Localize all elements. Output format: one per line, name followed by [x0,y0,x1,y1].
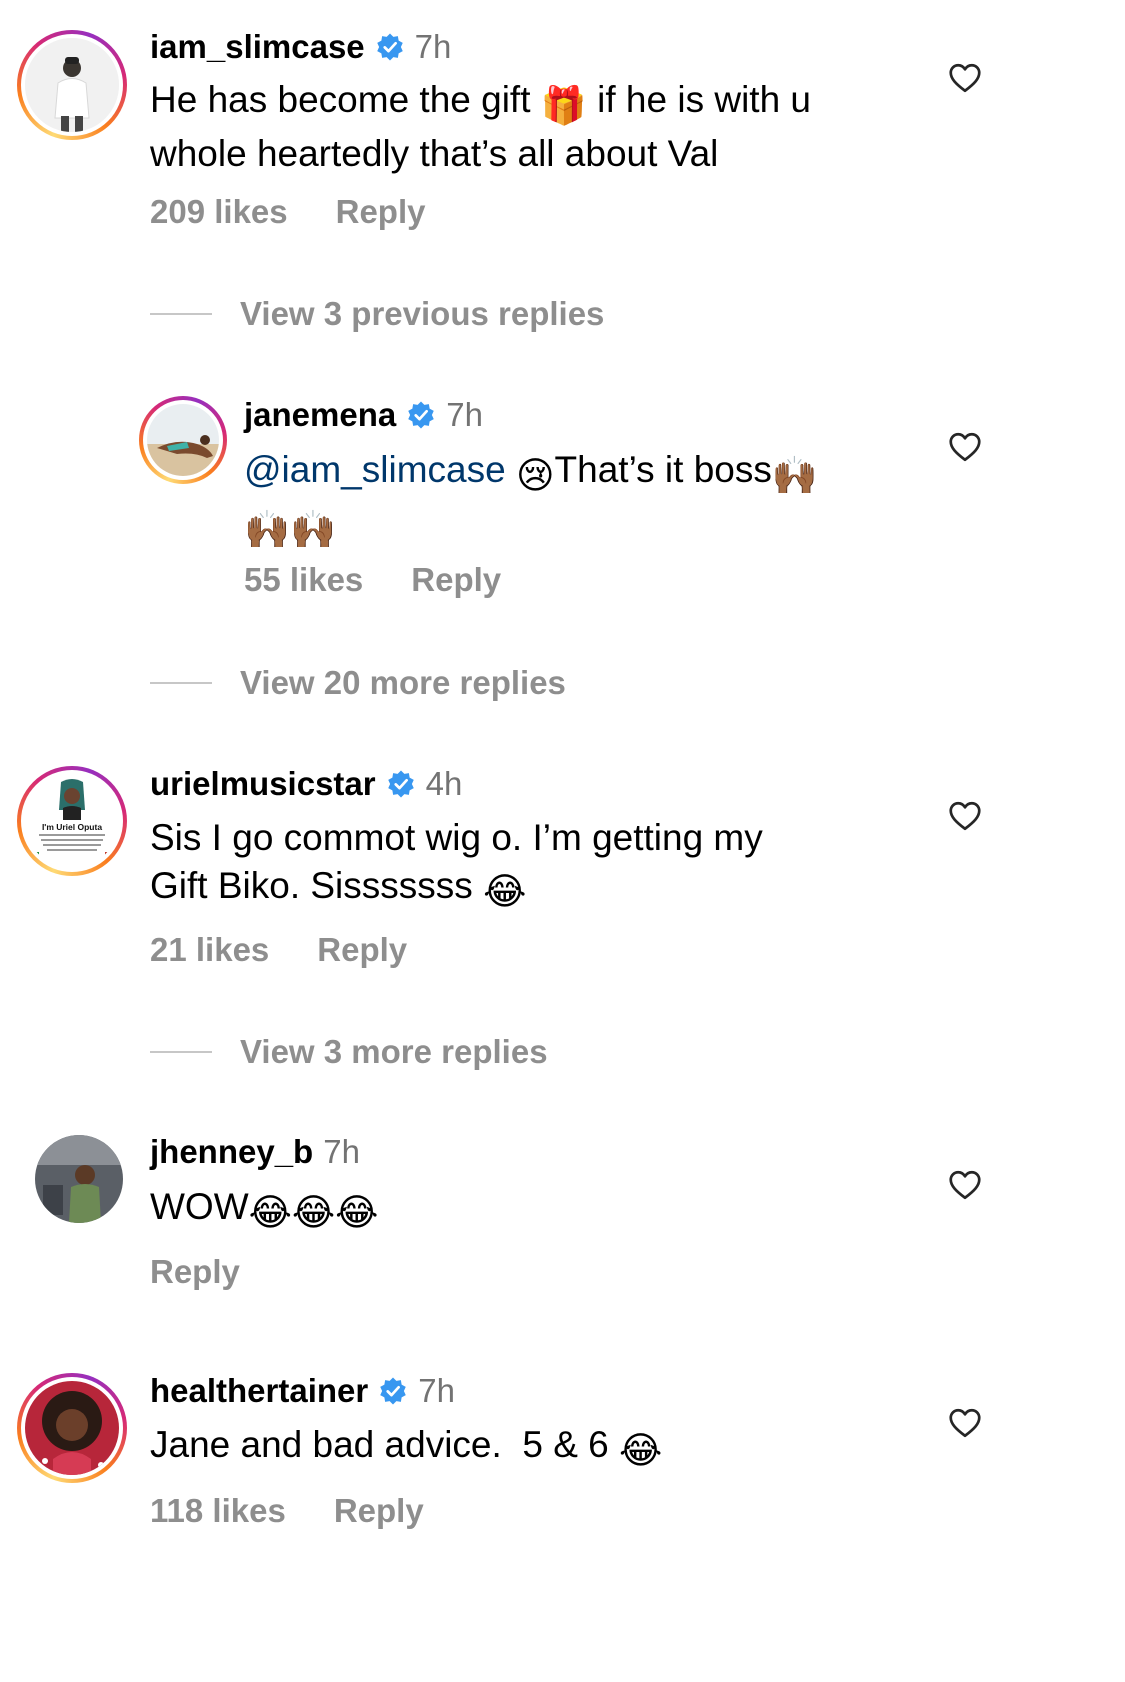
avatar-photo [147,404,219,476]
divider-line [150,682,212,684]
reply-button[interactable]: Reply [336,193,426,231]
comment-text: WOW😂😂😂 [150,1183,940,1237]
likes-count[interactable]: 118 likes [150,1492,286,1530]
avatar-caption: I'm Uriel Oputa [42,822,102,832]
avatar-jhenney-b[interactable] [35,1135,123,1223]
username[interactable]: jhenney_b [150,1132,313,1172]
reply-button[interactable]: Reply [334,1492,424,1530]
comment-text: Jane and bad advice. 5 & 6 😂 [150,1421,940,1475]
heart-icon[interactable] [947,1405,983,1441]
avatar-healthertainer[interactable] [17,1373,127,1483]
comment-text-part: He has become the gift [150,79,541,120]
heart-icon[interactable] [947,798,983,834]
comment-text: @iam_slimcase 😢That’s it boss🙌🏾 🙌🏾🙌🏾 [244,446,924,554]
likes-count[interactable]: 55 likes [244,561,363,599]
view-more-replies[interactable]: View 20 more replies [150,663,566,703]
avatar-photo [25,1381,119,1475]
gift-emoji: 🎁 [540,85,587,126]
username[interactable]: iam_slimcase [150,27,365,67]
view-replies-label: View 3 more replies [240,1033,548,1070]
tears-of-joy-emoji: 😂 [619,1430,663,1471]
heart-icon[interactable] [947,1167,983,1203]
avatar-janemena[interactable] [139,396,227,484]
view-replies-label: View 20 more replies [240,664,566,701]
heart-icon[interactable] [947,60,983,96]
timestamp: 7h [446,396,483,433]
view-more-replies[interactable]: View 3 more replies [150,1032,548,1072]
username[interactable]: janemena [244,395,396,435]
avatar-photo [35,1135,123,1223]
comment-text-part: That’s it boss [554,449,772,490]
likes-count[interactable]: 21 likes [150,931,269,969]
avatar-photo: I'm Uriel Oputa [25,774,119,868]
comment-text-part: WOW [150,1186,249,1227]
verified-badge-icon [387,770,414,798]
raised-hands-emoji: 🙌🏾🙌🏾 [244,509,337,550]
likes-count[interactable]: 209 likes [150,193,288,231]
heart-icon[interactable] [947,429,983,465]
view-replies-label: View 3 previous replies [240,295,605,332]
timestamp: 7h [323,1133,360,1170]
mention-link[interactable]: @iam_slimcase [244,449,506,490]
divider-line [150,1051,212,1053]
avatar-iam-slimcase[interactable] [17,30,127,140]
comment-text: Sis I go commot wig o. I’m getting my Gi… [150,814,940,916]
timestamp: 7h [418,1372,455,1409]
avatar-urielmusicstar[interactable]: I'm Uriel Oputa [17,766,127,876]
comment-text-part: Sis I go commot wig o. I’m getting my Gi… [150,817,763,906]
comment-text: He has become the gift 🎁 if he is with u… [150,76,940,178]
avatar-photo [25,38,119,132]
tears-of-joy-emoji: 😂😂😂 [248,1192,379,1233]
reply-button[interactable]: Reply [411,561,501,599]
verified-badge-icon [380,1377,406,1405]
reply-button[interactable]: Reply [150,1253,240,1291]
timestamp: 4h [425,765,463,802]
verified-badge-icon [408,401,434,429]
comment-text-part: Jane and bad advice. 5 & 6 [150,1424,620,1465]
username[interactable]: healthertainer [150,1371,368,1411]
timestamp: 7h [414,28,452,65]
username[interactable]: urielmusicstar [150,764,376,804]
reply-button[interactable]: Reply [317,931,407,969]
raised-hands-emoji: 🙌🏾 [771,455,818,496]
divider-line [150,313,212,315]
crying-emoji: 😢 [515,455,555,496]
verified-badge-icon [376,33,403,61]
view-previous-replies[interactable]: View 3 previous replies [150,294,604,334]
tears-of-joy-emoji: 😂 [483,871,527,912]
